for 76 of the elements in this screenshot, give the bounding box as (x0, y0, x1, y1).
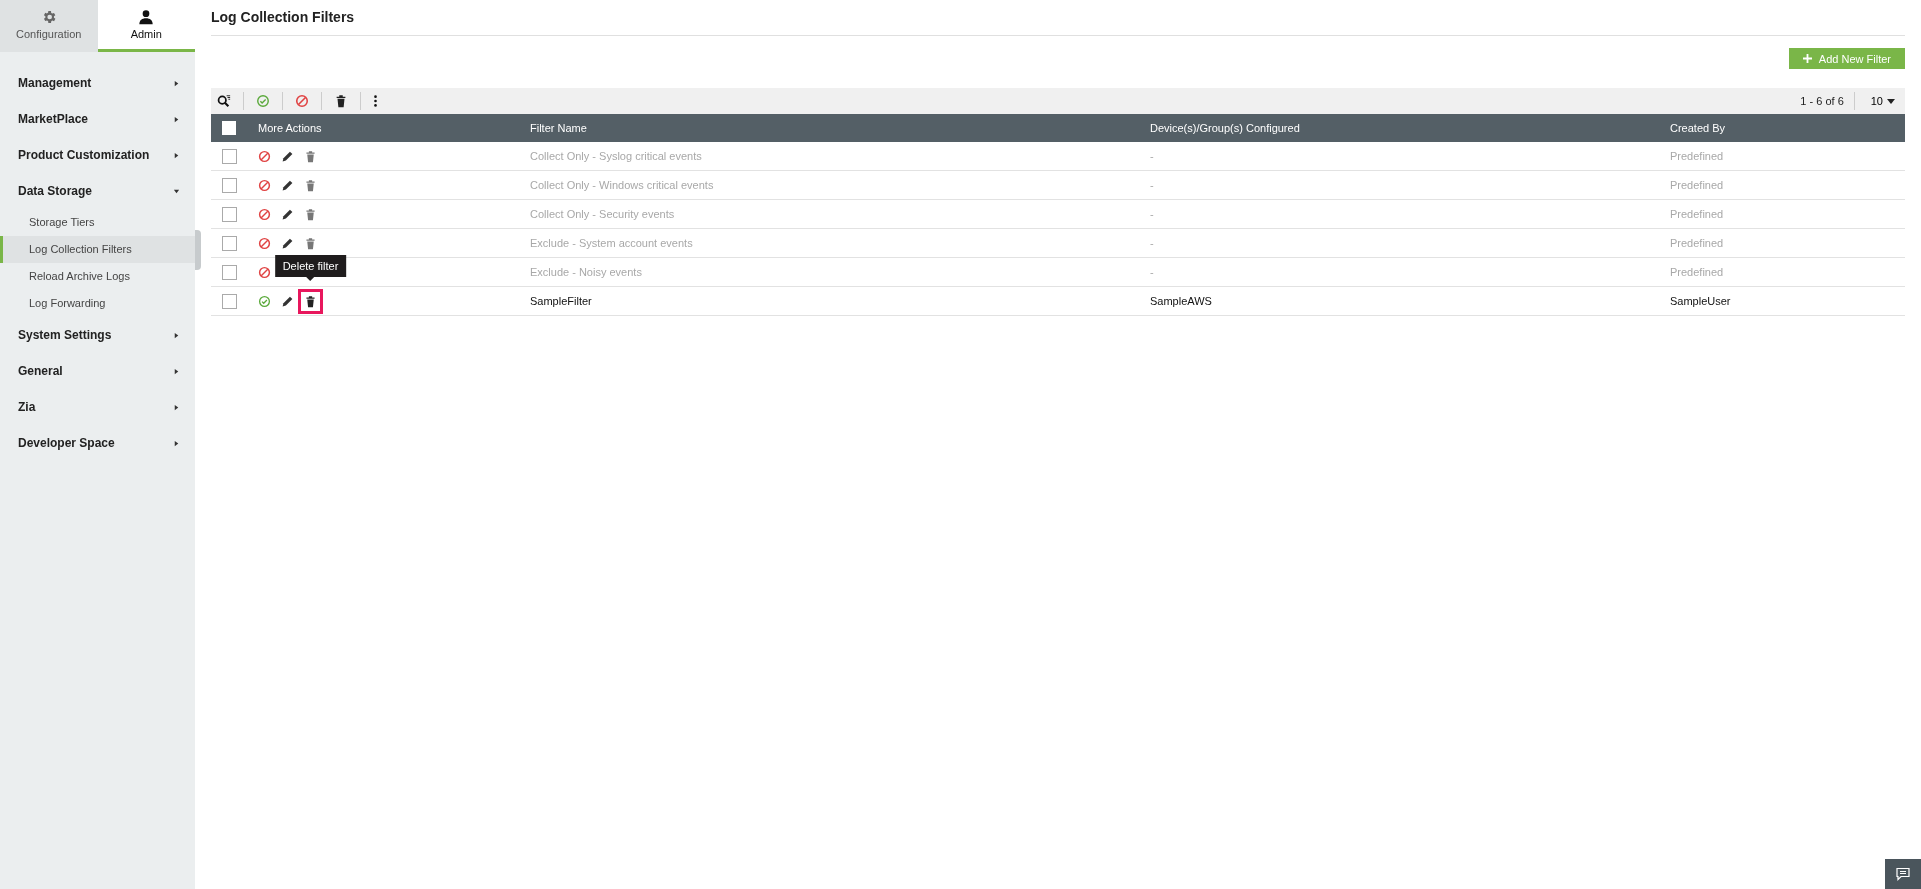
more-icon[interactable] (373, 94, 378, 108)
row-checkbox[interactable] (222, 264, 237, 280)
module-tab[interactable]: Admin (97, 0, 195, 52)
caret-icon (173, 115, 180, 123)
created-by-cell: SampleUser (1670, 295, 1731, 307)
created-by-cell: Predefined (1670, 150, 1724, 162)
row-checkbox[interactable] (222, 206, 237, 222)
trash-icon[interactable] (334, 94, 348, 108)
submenu-item[interactable]: Log Collection Filters (0, 236, 195, 263)
created-by-cell: Predefined (1670, 208, 1724, 220)
created-by-cell: Predefined (1670, 266, 1724, 278)
caret-icon (173, 403, 180, 411)
created-by-cell: Predefined (1670, 237, 1724, 249)
caret-icon (173, 367, 180, 375)
menu-item[interactable]: MarketPlace (0, 101, 195, 137)
submenu-item[interactable]: Reload Archive Logs (0, 263, 195, 290)
row-checkbox[interactable] (222, 177, 237, 193)
chat-icon (1895, 866, 1911, 882)
pencil-icon[interactable] (281, 207, 294, 221)
enable-icon[interactable] (256, 94, 270, 108)
submenu-item[interactable]: Storage Tiers (0, 209, 195, 236)
devices-cell: - (1150, 150, 1154, 162)
select-all-checkbox[interactable] (222, 121, 236, 135)
caret-icon (173, 331, 180, 339)
plus-icon (1802, 54, 1812, 63)
devices-cell: SampleAWS (1150, 295, 1212, 307)
submenu-item[interactable]: Log Forwarding (0, 290, 195, 317)
caret-icon (1887, 97, 1895, 105)
devices-cell: - (1150, 237, 1154, 249)
filter-name: Collect Only - Windows critical events (530, 179, 714, 191)
pencil-icon[interactable] (281, 149, 294, 163)
column-header: Created By (1670, 122, 1726, 134)
devices-cell: - (1150, 179, 1154, 191)
page-range: 1 - 6 of 6 (1800, 95, 1844, 107)
row-checkbox[interactable] (222, 148, 237, 164)
trash-icon (304, 236, 317, 250)
pencil-icon[interactable] (281, 294, 294, 308)
trash-icon (304, 207, 317, 221)
filter-name: Exclude - Noisy events (530, 266, 642, 278)
menu-item[interactable]: System Settings (0, 317, 195, 353)
search-icon[interactable] (217, 94, 231, 108)
filter-name: Exclude - System account events (530, 237, 693, 249)
caret-icon (173, 151, 180, 159)
module-tab[interactable]: Configuration (0, 0, 98, 52)
menu-item[interactable]: Data Storage (0, 173, 195, 209)
filter-name: Collect Only - Syslog critical events (530, 150, 702, 162)
collapse-handle[interactable] (195, 230, 201, 270)
devices-cell: - (1150, 266, 1154, 278)
column-header: Device(s)/Group(s) Configured (1150, 122, 1300, 134)
user-icon (138, 9, 155, 25)
enabled-icon[interactable] (258, 294, 271, 308)
filter-name: Collect Only - Security events (530, 208, 675, 220)
menu-item[interactable]: Zia (0, 389, 195, 425)
column-header: Filter Name (530, 122, 587, 134)
page-title: Log Collection Filters (211, 0, 1905, 36)
column-header: More Actions (258, 122, 322, 134)
menu-item[interactable]: Product Customization (0, 137, 195, 173)
chat-button[interactable] (1885, 859, 1921, 889)
trash-icon (304, 149, 317, 163)
created-by-cell: Predefined (1670, 179, 1724, 191)
pencil-icon[interactable] (281, 236, 294, 250)
row-checkbox[interactable] (222, 235, 237, 251)
pencil-icon[interactable] (281, 178, 294, 192)
caret-icon (173, 79, 180, 87)
filter-name: SampleFilter (530, 295, 592, 307)
trash-icon (304, 294, 317, 308)
devices-cell: - (1150, 208, 1154, 220)
row-checkbox[interactable] (222, 293, 237, 309)
menu-item[interactable]: Management (0, 65, 195, 101)
caret-icon (173, 439, 180, 447)
menu-item[interactable]: General (0, 353, 195, 389)
trash-icon (304, 178, 317, 192)
disable-icon[interactable] (295, 94, 309, 108)
menu-item[interactable]: Developer Space (0, 425, 195, 461)
caret-icon (173, 187, 180, 195)
page-size-dropdown[interactable]: 10 (1864, 95, 1901, 107)
